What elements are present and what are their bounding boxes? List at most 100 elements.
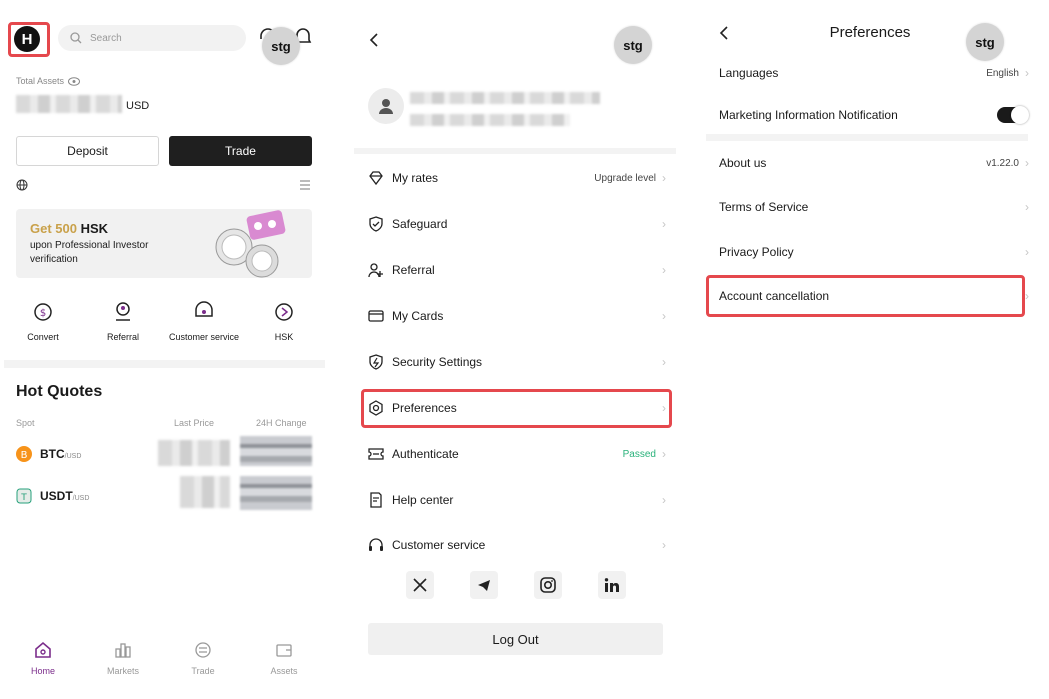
convert-icon: $ [34,303,52,321]
menu-my-cards-label: My Cards [392,309,444,323]
quick-convert[interactable]: $ Convert [13,300,73,342]
usdt-change-redacted [240,476,312,510]
privacy-label: Privacy Policy [719,245,794,259]
about-us-row[interactable]: About us v1.22.0 › [719,152,1029,174]
marketing-label: Marketing Information Notification [719,108,898,122]
assets-currency: USD [126,100,150,112]
menu-icon[interactable] [300,180,310,190]
col-spot: Spot [16,418,35,428]
trade-icon [195,642,211,658]
privacy-row[interactable]: Privacy Policy › [719,241,1029,263]
version-text: v1.22.0 [986,157,1019,169]
x-link[interactable] [406,571,434,599]
banner-token: HSK [80,221,109,236]
nav-home-label: Home [30,666,55,676]
headset-icon [369,538,383,551]
logout-button[interactable]: Log Out [368,623,663,655]
chevron-right-icon: › [662,263,666,277]
banner-line3: verification [30,254,78,265]
menu-help-center[interactable]: Help center › [368,477,666,523]
telegram-link[interactable] [470,571,498,599]
quick-hsk-label: HSK [274,332,294,342]
chevron-right-icon: › [662,355,666,369]
btc-quote: /USD [64,452,82,460]
usdt-quote: /USD [72,494,90,502]
terms-row[interactable]: Terms of Service › [719,196,1029,218]
quick-convert-label: Convert [27,332,59,342]
about-us-label: About us [719,156,767,170]
trade-button[interactable]: Trade [169,136,312,166]
deposit-button[interactable]: Deposit [16,136,159,166]
marketing-toggle[interactable] [997,106,1029,124]
nav-trade[interactable]: Trade [178,640,228,676]
quick-hsk[interactable]: HSK [254,300,314,342]
nav-home[interactable]: Home [18,640,68,676]
linkedin-link[interactable] [598,571,626,599]
search-placeholder: Search [90,32,122,44]
globe-icon[interactable] [16,179,28,191]
chevron-right-icon: › [662,171,666,185]
usdt-icon: T [16,488,32,504]
btc-price-redacted [158,440,230,466]
highlight-logo [8,22,50,57]
instagram-icon [540,577,556,593]
menu-authenticate-label: Authenticate [392,447,459,461]
user-plus-icon [368,263,383,278]
menu-my-cards[interactable]: My Cards › [368,293,666,339]
menu-security-settings-label: Security Settings [392,355,483,369]
total-assets-label: Total Assets [16,76,81,86]
chevron-right-icon: › [1025,289,1029,303]
menu-my-rates[interactable]: My rates Upgrade level › [368,155,666,201]
quick-customer-service[interactable]: Customer service [164,300,244,342]
chevron-right-icon: › [1025,245,1029,259]
menu-my-rates-label: My rates [392,171,439,185]
menu-safeguard-label: Safeguard [392,217,448,231]
chevron-right-icon: › [662,447,666,461]
page-title: Preferences [829,24,911,41]
nav-markets-label: Markets [106,666,139,676]
eye-icon[interactable] [68,76,81,86]
menu-referral[interactable]: Referral › [368,247,666,293]
search-input[interactable]: Search [58,25,246,51]
avatar[interactable]: stg [614,26,652,64]
section-divider [706,134,1028,141]
marketing-row: Marketing Information Notification [719,104,1029,126]
avatar[interactable]: stg [966,23,1004,61]
profile-avatar[interactable] [368,88,404,124]
diamond-icon [369,171,383,186]
nav-markets[interactable]: Markets [98,640,148,676]
promo-banner[interactable]: Get 500 HSK upon Professional Investor v… [16,209,312,278]
chevron-right-icon: › [662,217,666,231]
banner-line2: upon Professional Investor [30,240,149,251]
nav-assets-label: Assets [270,666,298,676]
languages-label: Languages [719,66,779,80]
back-icon[interactable] [368,32,380,48]
terms-label: Terms of Service [719,200,809,214]
hot-quotes-title: Hot Quotes [16,383,103,400]
referral-icon [116,302,130,321]
chevron-right-icon: › [662,538,666,552]
account-screen: stg My rates Upgrade level › Safeguard › … [352,0,682,699]
home-icon [35,641,51,658]
back-icon[interactable] [718,25,730,41]
preferences-screen: Preferences stg Languages English › Marke… [700,0,1049,699]
quick-referral[interactable]: Referral [93,300,153,342]
btc-change-redacted [240,436,312,466]
instagram-link[interactable] [534,571,562,599]
nav-assets[interactable]: Assets [259,640,309,676]
menu-customer-service-label: Customer service [392,538,486,552]
menu-safeguard[interactable]: Safeguard › [368,201,666,247]
menu-authenticate[interactable]: Authenticate Passed › [368,431,666,477]
security-icon [369,354,383,370]
card-icon [368,310,384,322]
profile-name-redacted [410,92,600,104]
linkedin-icon [604,578,619,592]
menu-security-settings[interactable]: Security Settings › [368,339,666,385]
quick-customer-service-label: Customer service [168,332,240,342]
chevron-right-icon: › [662,493,666,507]
customer-service-icon [195,301,213,317]
avatar[interactable]: stg [262,27,300,65]
menu-customer-service[interactable]: Customer service › [368,522,666,568]
highlight-account-cancellation [706,275,1025,317]
languages-row[interactable]: Languages English › [719,63,1029,83]
